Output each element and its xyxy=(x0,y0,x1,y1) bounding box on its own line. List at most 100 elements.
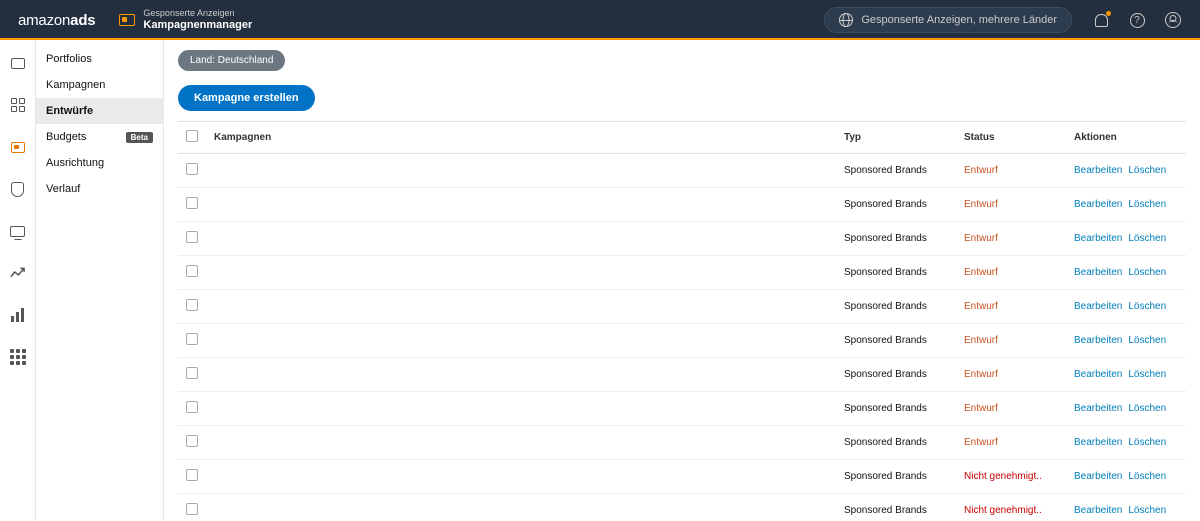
app-switcher[interactable]: Gesponserte Anzeigen Kampagnenmanager xyxy=(119,9,252,31)
scope-selector[interactable]: Gesponserte Anzeigen, mehrere Länder xyxy=(824,7,1072,33)
cell-actions: Bearbeiten Löschen xyxy=(1066,154,1186,188)
table-row: Sponsored BrandsEntwurfBearbeitenLöschen xyxy=(178,426,1186,460)
delete-link[interactable]: Löschen xyxy=(1128,471,1166,482)
delete-link[interactable]: Löschen xyxy=(1128,165,1166,176)
cell-campaign[interactable] xyxy=(206,256,836,290)
nav-rail xyxy=(0,40,36,521)
row-checkbox[interactable] xyxy=(186,435,198,447)
cell-status: Entwurf xyxy=(956,290,1066,324)
sidebar-item-entwürfe[interactable]: Entwürfe xyxy=(36,98,163,124)
bell-icon xyxy=(1095,14,1108,27)
table-row: Sponsored BrandsEntwurfBearbeitenLöschen xyxy=(178,222,1186,256)
sidebar-item-kampagnen[interactable]: Kampagnen xyxy=(36,72,163,98)
delete-link[interactable]: Löschen xyxy=(1128,369,1166,380)
rail-campaigns[interactable] xyxy=(9,138,27,156)
notifications-button[interactable] xyxy=(1092,11,1110,29)
col-type[interactable]: Typ xyxy=(836,122,956,154)
cell-type: Sponsored Brands xyxy=(836,392,956,426)
row-checkbox[interactable] xyxy=(186,367,198,379)
rail-apps[interactable] xyxy=(9,348,27,366)
row-checkbox[interactable] xyxy=(186,401,198,413)
cell-campaign[interactable] xyxy=(206,290,836,324)
brand-logo[interactable]: amazonads xyxy=(18,12,95,29)
cell-actions: Bearbeiten Löschen xyxy=(1066,358,1186,392)
rail-dashboard[interactable] xyxy=(9,96,27,114)
cell-actions: Bearbeiten Löschen xyxy=(1066,392,1186,426)
cell-actions: Bearbeiten Löschen xyxy=(1066,290,1186,324)
table-row: Sponsored BrandsEntwurfBearbeitenLöschen xyxy=(178,154,1186,188)
edit-link[interactable]: Bearbeiten xyxy=(1074,369,1122,380)
cell-campaign[interactable] xyxy=(206,188,836,222)
sidebar-item-label: Verlauf xyxy=(46,183,80,195)
row-checkbox[interactable] xyxy=(186,469,198,481)
sidebar-item-ausrichtung[interactable]: Ausrichtung xyxy=(36,150,163,176)
delete-link[interactable]: Löschen xyxy=(1128,199,1166,210)
scope-label: Gesponserte Anzeigen, mehrere Länder xyxy=(861,14,1057,26)
cell-actions: Bearbeiten Löschen xyxy=(1066,256,1186,290)
edit-link[interactable]: Bearbeiten xyxy=(1074,403,1122,414)
cell-campaign[interactable] xyxy=(206,426,836,460)
cell-campaign[interactable] xyxy=(206,460,836,494)
row-checkbox[interactable] xyxy=(186,197,198,209)
delete-link[interactable]: Löschen xyxy=(1128,505,1166,516)
rail-insights[interactable] xyxy=(9,264,27,282)
table-row: Sponsored BrandsEntwurfBearbeitenLöschen xyxy=(178,290,1186,324)
cell-campaign[interactable] xyxy=(206,324,836,358)
create-campaign-button[interactable]: Kampagne erstellen xyxy=(178,85,315,111)
edit-link[interactable]: Bearbeiten xyxy=(1074,505,1122,516)
edit-link[interactable]: Bearbeiten xyxy=(1074,335,1122,346)
row-checkbox[interactable] xyxy=(186,231,198,243)
edit-link[interactable]: Bearbeiten xyxy=(1074,233,1122,244)
cell-status: Entwurf xyxy=(956,324,1066,358)
row-checkbox[interactable] xyxy=(186,163,198,175)
shield-icon xyxy=(11,182,24,197)
account-button[interactable] xyxy=(1164,11,1182,29)
col-actions: Aktionen xyxy=(1066,122,1186,154)
rail-bookmark[interactable] xyxy=(9,54,27,72)
sidebar-item-portfolios[interactable]: Portfolios xyxy=(36,46,163,72)
cell-campaign[interactable] xyxy=(206,494,836,521)
edit-link[interactable]: Bearbeiten xyxy=(1074,267,1122,278)
cell-campaign[interactable] xyxy=(206,222,836,256)
edit-link[interactable]: Bearbeiten xyxy=(1074,471,1122,482)
app-subtitle: Gesponserte Anzeigen xyxy=(143,9,252,19)
country-filter-chip[interactable]: Land: Deutschland xyxy=(178,50,285,71)
cell-campaign[interactable] xyxy=(206,154,836,188)
header-tools: ? xyxy=(1092,11,1182,29)
cell-actions: Bearbeiten Löschen xyxy=(1066,426,1186,460)
edit-link[interactable]: Bearbeiten xyxy=(1074,165,1122,176)
delete-link[interactable]: Löschen xyxy=(1128,335,1166,346)
sidebar-item-verlauf[interactable]: Verlauf xyxy=(36,176,163,202)
col-campaign[interactable]: Kampagnen xyxy=(206,122,836,154)
cell-campaign[interactable] xyxy=(206,358,836,392)
app-header: amazonads Gesponserte Anzeigen Kampagnen… xyxy=(0,0,1200,40)
rail-reports[interactable] xyxy=(9,306,27,324)
row-checkbox[interactable] xyxy=(186,333,198,345)
main-content: Land: Deutschland Kampagne erstellen Kam… xyxy=(164,40,1200,521)
drafts-table: Kampagnen Typ Status Aktionen Sponsored … xyxy=(178,121,1186,521)
edit-link[interactable]: Bearbeiten xyxy=(1074,301,1122,312)
delete-link[interactable]: Löschen xyxy=(1128,233,1166,244)
help-button[interactable]: ? xyxy=(1128,11,1146,29)
col-status[interactable]: Status xyxy=(956,122,1066,154)
screen-icon xyxy=(10,226,25,237)
edit-link[interactable]: Bearbeiten xyxy=(1074,199,1122,210)
sidebar-item-budgets[interactable]: BudgetsBeta xyxy=(36,124,163,150)
row-checkbox[interactable] xyxy=(186,503,198,515)
delete-link[interactable]: Löschen xyxy=(1128,403,1166,414)
delete-link[interactable]: Löschen xyxy=(1128,437,1166,448)
row-checkbox[interactable] xyxy=(186,265,198,277)
cell-status: Nicht genehmigt.. xyxy=(956,460,1066,494)
app-title: Kampagnenmanager xyxy=(143,19,252,31)
delete-link[interactable]: Löschen xyxy=(1128,267,1166,278)
cell-type: Sponsored Brands xyxy=(836,426,956,460)
rail-creative[interactable] xyxy=(9,222,27,240)
beta-badge: Beta xyxy=(126,132,153,143)
cell-campaign[interactable] xyxy=(206,392,836,426)
rail-brand-safety[interactable] xyxy=(9,180,27,198)
row-checkbox[interactable] xyxy=(186,299,198,311)
edit-link[interactable]: Bearbeiten xyxy=(1074,437,1122,448)
brand-suffix: ads xyxy=(70,12,95,29)
select-all-checkbox[interactable] xyxy=(186,130,198,142)
delete-link[interactable]: Löschen xyxy=(1128,301,1166,312)
